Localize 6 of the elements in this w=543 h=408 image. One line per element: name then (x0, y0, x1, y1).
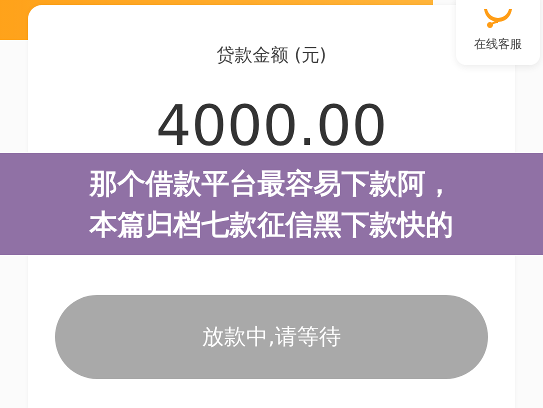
banner-title: 那个借款平台最容易下款阿， (90, 166, 454, 202)
banner-title: 本篇归档七款征信黑下款快的 (90, 207, 454, 243)
loan-amount-label: 贷款金额 (元) (216, 44, 326, 68)
loan-amount: 4000.00 (154, 99, 388, 155)
customer-service-button[interactable]: 在线客服 (456, 0, 540, 65)
headset-icon (481, 9, 515, 29)
